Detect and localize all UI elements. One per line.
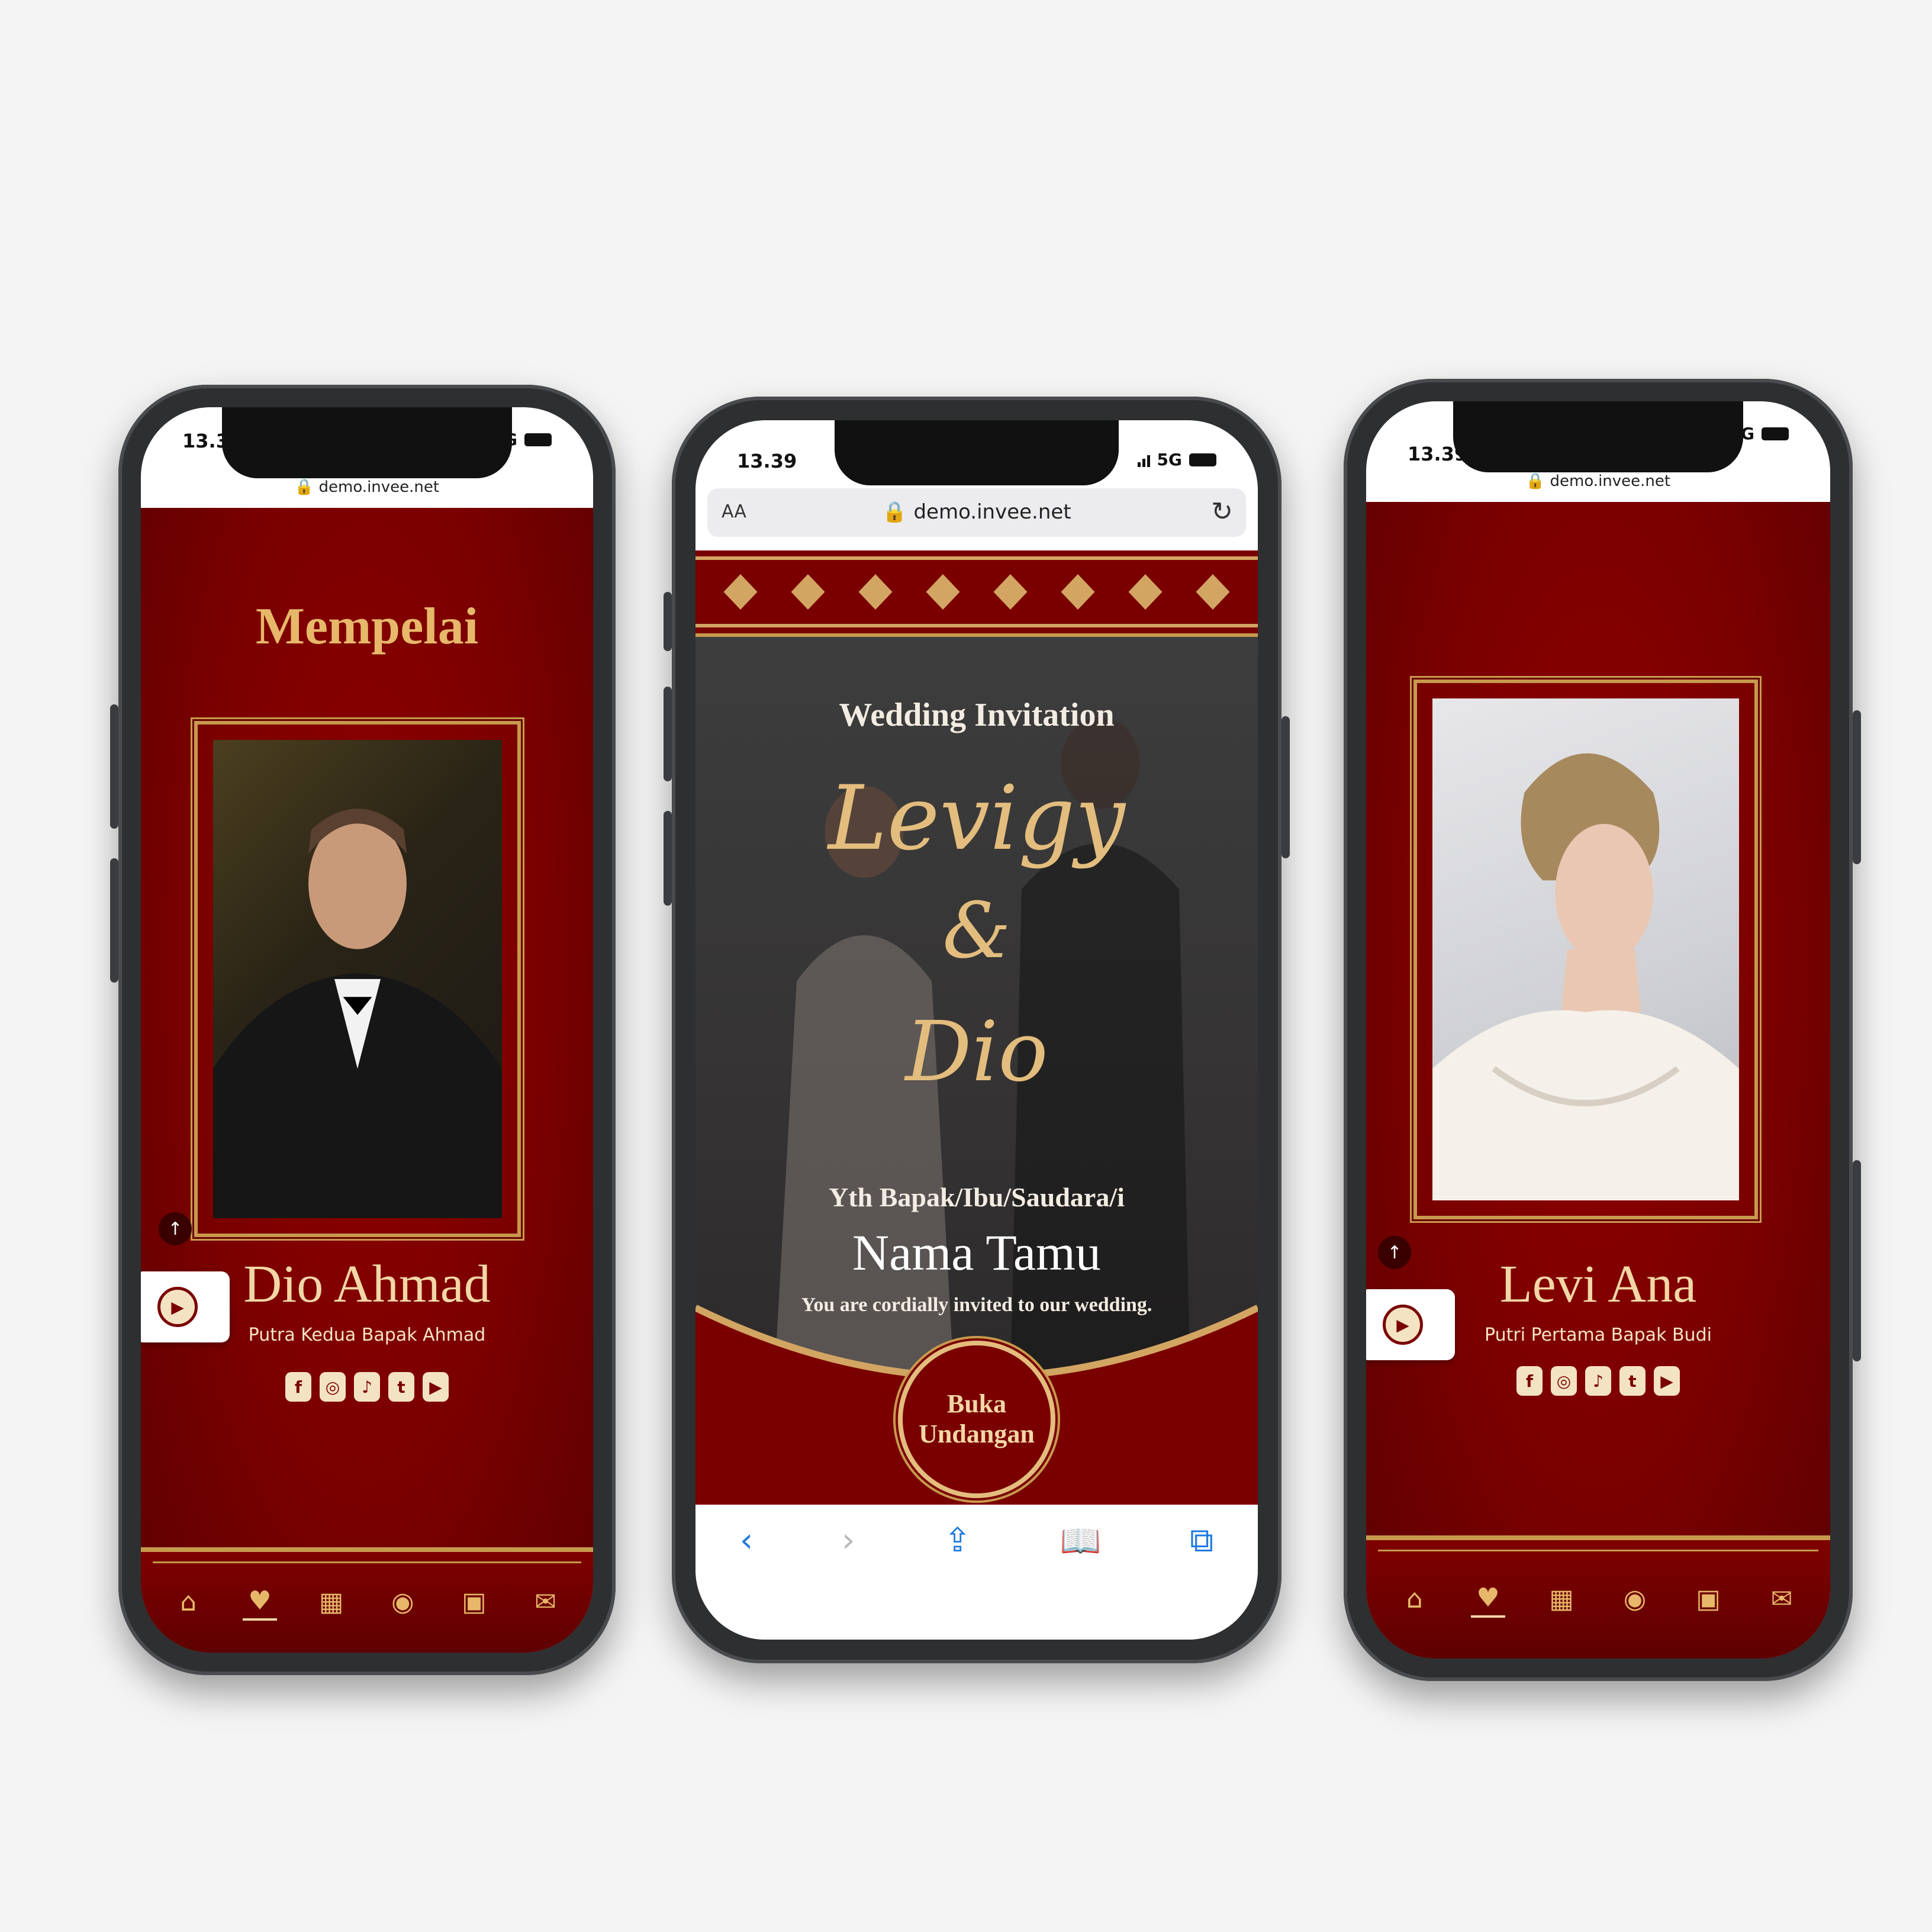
calendar-icon[interactable]: ▦ [1544,1582,1579,1617]
invitation-heading: Wedding Invitation [839,697,1115,733]
social-links: f ◎ ♪ t ▶ [141,1372,593,1402]
center-phone: 13.39 5G AA 🔒 demo.invee.net ↻ Wedding I… [664,397,1290,1663]
groom-script-name: Dio [905,1004,1048,1100]
bride-name: Levi Ana [1499,1255,1697,1313]
calendar-icon[interactable]: ▦ [314,1585,349,1619]
envelope-icon[interactable]: ✉ [529,1585,563,1619]
envelope-icon[interactable]: ✉ [1764,1582,1799,1617]
battery-icon [1189,453,1216,466]
notch [835,420,1119,485]
status-indicators: 5G [1137,450,1216,469]
signal-icon [1137,453,1150,467]
url-text: demo.invee.net [913,500,1071,524]
page-background: ↑ ▶ Levi Ana Putri Pertama Bapak Budi f … [1366,502,1830,1659]
couple-icon[interactable]: ♥ [1471,1581,1505,1618]
side-button [664,592,672,651]
left-phone: 13.39 5G 🔒 demo.invee.net Mempelai [110,385,616,1675]
page-background: Mempelai ↑ ▶ Dio Ahmad Putra Kedua Bapak [141,508,593,1653]
arch-icon[interactable]: ⌂ [1398,1582,1432,1617]
browser-toolbar: ‹ › ⇪ 📖 ⧉ [695,1505,1258,1640]
side-button [110,858,118,983]
ampersand: & [942,886,1011,975]
cover-section: Wedding Invitation Levigy & Dio Yth Bapa… [695,637,1258,1383]
battery-icon [524,433,552,446]
section-title: Mempelai [255,598,479,655]
camera-icon[interactable]: ◉ [1618,1582,1652,1617]
groom-name: Dio Ahmad [243,1255,491,1313]
forward-icon[interactable]: › [842,1521,855,1560]
bookmarks-icon[interactable]: 📖 [1060,1521,1102,1560]
ornament-band [695,550,1258,637]
url-text: demo.invee.net [1550,472,1671,490]
bottom-nav: ⌂ ♥ ▦ ◉ ▣ ✉ [141,1547,593,1653]
side-button [664,811,672,906]
youtube-icon[interactable]: ▶ [1654,1366,1680,1396]
side-button [1853,710,1861,864]
side-button [110,704,118,829]
lock-icon: 🔒 [882,500,907,524]
camera-icon[interactable]: ◉ [385,1585,420,1619]
arch-icon[interactable]: ⌂ [171,1585,205,1619]
bride-photo-frame [1413,680,1758,1219]
open-button-line2: Undangan [919,1419,1035,1448]
share-icon[interactable]: ⇪ [944,1521,971,1560]
bride-script-name: Levigy [828,767,1125,870]
open-button-line1: Buka [946,1389,1007,1419]
bride-photo [1432,698,1739,1200]
facebook-icon[interactable]: f [285,1372,311,1402]
notch [1453,401,1743,472]
tabs-icon[interactable]: ⧉ [1190,1521,1213,1560]
url-bar[interactable]: 🔒 demo.invee.net [1366,472,1830,496]
bride-parents: Putri Pertama Bapak Budi [1485,1325,1712,1345]
bride-silhouette [1432,753,1739,1200]
address-center: 🔒 demo.invee.net [707,500,1246,524]
groom-silhouette [213,809,502,1218]
guest-name: Nama Tamu [852,1224,1101,1281]
reload-icon[interactable]: ↻ [1211,497,1233,527]
center-screen: 13.39 5G AA 🔒 demo.invee.net ↻ Wedding I… [695,420,1258,1640]
left-screen: 13.39 5G 🔒 demo.invee.net Mempelai [141,407,593,1653]
instagram-icon[interactable]: ◎ [1551,1366,1577,1396]
side-button [1281,716,1290,858]
url-text: demo.invee.net [318,478,440,496]
facebook-icon[interactable]: f [1516,1366,1543,1396]
battery-icon [1762,427,1789,440]
twitter-icon[interactable]: t [1619,1366,1646,1396]
youtube-icon[interactable]: ▶ [423,1372,449,1402]
instagram-icon[interactable]: ◎ [320,1372,346,1402]
groom-parents: Putra Kedua Bapak Ahmad [248,1325,486,1345]
open-invitation-button[interactable]: Buka Undangan [898,1341,1055,1498]
bottom-nav: ⌂ ♥ ▦ ◉ ▣ ✉ [1366,1535,1830,1659]
greeting-text: Yth Bapak/Ibu/Saudara/i [829,1182,1125,1212]
status-time: 13.39 [737,450,797,472]
right-phone: 13.39 5G 🔒 demo.invee.net [1344,379,1861,1681]
scroll-top-button[interactable]: ↑ [159,1212,192,1245]
groom-photo-frame [194,721,521,1237]
tiktok-icon[interactable]: ♪ [354,1372,380,1402]
twitter-icon[interactable]: t [388,1372,414,1402]
tiktok-icon[interactable]: ♪ [1585,1366,1611,1396]
address-bar[interactable]: AA 🔒 demo.invee.net ↻ [707,488,1246,537]
gallery-icon[interactable]: ▣ [1691,1582,1725,1617]
side-button [1853,1160,1861,1361]
back-icon[interactable]: ‹ [740,1521,753,1560]
side-button [664,687,672,781]
notch [222,407,512,478]
social-links: f ◎ ♪ t ▶ [1366,1366,1830,1396]
gallery-icon[interactable]: ▣ [457,1585,491,1619]
right-screen: 13.39 5G 🔒 demo.invee.net [1366,401,1830,1659]
groom-photo [213,740,502,1218]
url-bar[interactable]: 🔒 demo.invee.net [141,478,593,502]
songket-pattern [695,556,1258,627]
network-label: 5G [1157,450,1182,469]
couple-icon[interactable]: ♥ [242,1584,277,1621]
